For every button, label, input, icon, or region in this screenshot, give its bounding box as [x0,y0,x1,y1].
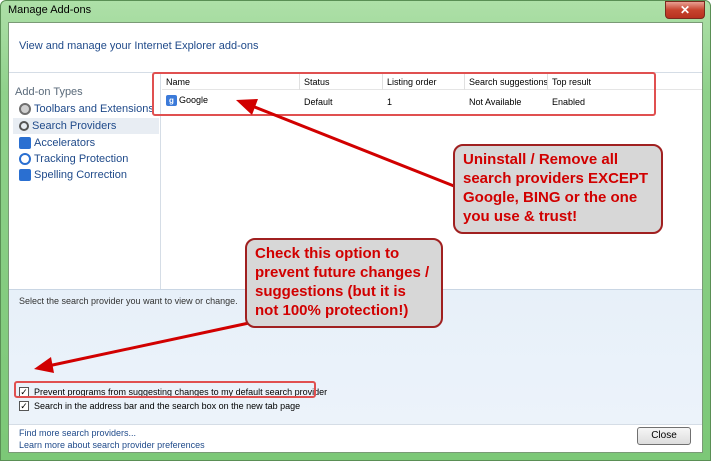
callout-check-option: Check this option to prevent future chan… [245,238,443,328]
callout-uninstall: Uninstall / Remove all search providers … [453,144,663,234]
